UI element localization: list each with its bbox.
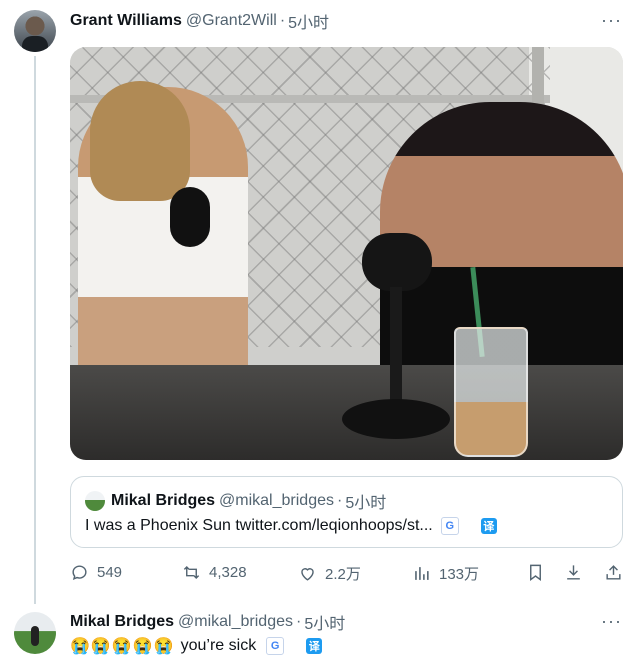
- timestamp[interactable]: 5小时: [288, 9, 329, 33]
- crying-emoji: 😭: [90, 638, 111, 655]
- analytics-icon: [415, 567, 429, 580]
- media-hair: [90, 81, 190, 201]
- retweet-button[interactable]: 4,328: [182, 563, 247, 582]
- quoted-tweet-text: I was a Phoenix Sun twitter.com/leqionho…: [85, 517, 433, 534]
- separator-dot: ·: [336, 492, 343, 509]
- avatar[interactable]: [14, 10, 56, 52]
- media-cup: [454, 327, 528, 457]
- crying-emoji: 😭: [111, 638, 132, 655]
- reply-text: you’re sick: [180, 637, 257, 654]
- reply-avatar[interactable]: [14, 612, 56, 654]
- views-button[interactable]: 133万: [412, 563, 479, 584]
- quoted-tweet-text-row: I was a Phoenix Sun twitter.com/leqionho…: [85, 517, 497, 535]
- reply-more-options-icon[interactable]: ···: [601, 611, 622, 632]
- separator-dot: ·: [295, 613, 302, 630]
- translate-button[interactable]: 译: [306, 638, 323, 654]
- more-options-icon[interactable]: ···: [601, 10, 622, 31]
- reply-text-row: 😭 😭 😭 😭 😭 you’re sick G 译: [70, 635, 323, 657]
- reply-author-handle[interactable]: @mikal_bridges: [178, 613, 293, 631]
- download-button[interactable]: [564, 563, 591, 582]
- google-translate-icon[interactable]: G: [266, 637, 285, 655]
- quoted-tweet-header: Mikal Bridges @mikal_bridges · 5小时: [85, 489, 386, 513]
- quoted-author-handle: @mikal_bridges: [219, 492, 334, 509]
- tweet-header: Grant Williams @Grant2Will · 5小时: [70, 10, 329, 32]
- translate-button[interactable]: 译: [480, 518, 497, 534]
- reply-avatar-figure: [31, 626, 39, 646]
- tweet-actions-bar: 549 4,328 2.2万 133万: [70, 563, 630, 587]
- retweet-count: 4,328: [209, 564, 247, 581]
- reply-button[interactable]: 549: [70, 563, 122, 582]
- crying-emoji: 😭: [70, 638, 90, 655]
- media-microphone-right: [362, 233, 432, 291]
- reply-header: Mikal Bridges @mikal_bridges · 5小时: [70, 611, 345, 633]
- retweet-icon: [183, 565, 200, 580]
- reply-timestamp[interactable]: 5小时: [304, 610, 345, 634]
- share-button[interactable]: [604, 563, 631, 582]
- google-translate-icon[interactable]: G: [440, 517, 459, 535]
- quoted-avatar: [85, 491, 105, 511]
- download-icon: [567, 565, 580, 580]
- crying-emoji: 😭: [153, 638, 174, 655]
- reply-author-name[interactable]: Mikal Bridges: [70, 613, 174, 631]
- heart-icon: [301, 568, 314, 581]
- views-count: 133万: [439, 566, 480, 583]
- reply-icon: [72, 565, 87, 581]
- thread-connector-line: [34, 56, 36, 604]
- author-handle[interactable]: @Grant2Will: [186, 12, 277, 30]
- like-count: 2.2万: [325, 566, 361, 583]
- media-microphone-left: [170, 187, 210, 247]
- media-mic-stand: [390, 287, 402, 407]
- reply-count: 549: [97, 564, 123, 581]
- quoted-timestamp: 5小时: [345, 495, 387, 512]
- share-icon: [606, 565, 621, 580]
- media-mic-base: [342, 399, 450, 439]
- separator-dot: ·: [279, 12, 286, 29]
- quoted-tweet-card[interactable]: Mikal Bridges @mikal_bridges · 5小时 I was…: [70, 476, 623, 548]
- crying-emoji: 😭: [132, 638, 153, 655]
- author-name[interactable]: Grant Williams: [70, 12, 182, 30]
- quoted-author-name: Mikal Bridges: [111, 492, 216, 509]
- bookmark-button[interactable]: [526, 563, 553, 582]
- avatar-figure: [22, 36, 48, 52]
- like-button[interactable]: 2.2万: [298, 563, 361, 584]
- tweet-media-image[interactable]: [70, 47, 623, 460]
- bookmark-icon: [530, 564, 541, 582]
